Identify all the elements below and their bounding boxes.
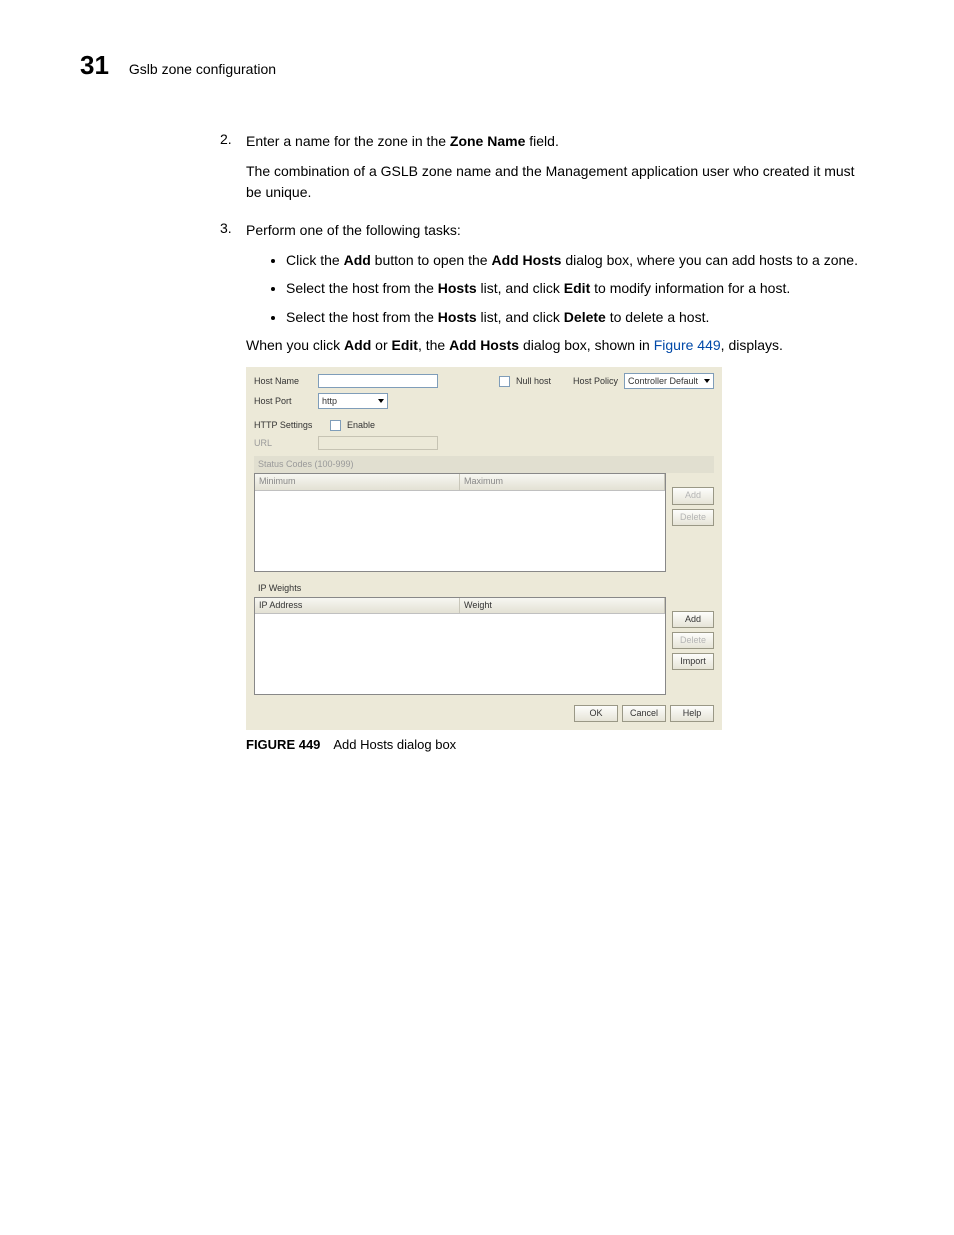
- chevron-down-icon: [378, 399, 384, 403]
- step-number: 2.: [220, 131, 246, 212]
- bullet-3: Select the host from the Hosts list, and…: [286, 307, 874, 327]
- step-2-line-2: The combination of a GSLB zone name and …: [246, 161, 874, 202]
- null-host-checkbox[interactable]: [499, 376, 510, 387]
- step-2: 2. Enter a name for the zone in the Zone…: [220, 131, 874, 212]
- host-name-input[interactable]: [318, 374, 438, 388]
- bullet-2: Select the host from the Hosts list, and…: [286, 278, 874, 298]
- status-codes-body[interactable]: [255, 491, 665, 571]
- figure-caption: FIGURE 449 Add Hosts dialog box: [246, 736, 874, 755]
- col-weight: Weight: [460, 598, 665, 613]
- col-minimum: Minimum: [255, 474, 460, 489]
- status-codes-table: Minimum Maximum: [254, 473, 666, 571]
- step-3: 3. Perform one of the following tasks: C…: [220, 220, 874, 755]
- ip-delete-button[interactable]: Delete: [672, 632, 714, 649]
- host-port-value: http: [322, 395, 337, 408]
- enable-label: Enable: [347, 419, 375, 432]
- http-settings-label: HTTP Settings: [254, 419, 324, 432]
- host-policy-value: Controller Default: [628, 375, 698, 388]
- chevron-down-icon: [704, 379, 710, 383]
- help-button[interactable]: Help: [670, 705, 714, 722]
- enable-checkbox[interactable]: [330, 420, 341, 431]
- url-input: [318, 436, 438, 450]
- content: 2. Enter a name for the zone in the Zone…: [220, 131, 874, 755]
- col-maximum: Maximum: [460, 474, 665, 489]
- cancel-button[interactable]: Cancel: [622, 705, 666, 722]
- figure-number: FIGURE 449: [246, 737, 320, 752]
- ip-weights-body[interactable]: [255, 614, 665, 694]
- host-policy-dropdown[interactable]: Controller Default: [624, 373, 714, 389]
- status-add-button[interactable]: Add: [672, 487, 714, 504]
- page-header: 31 Gslb zone configuration: [80, 50, 874, 81]
- step-3-after: When you click Add or Edit, the Add Host…: [246, 335, 874, 355]
- ip-import-button[interactable]: Import: [672, 653, 714, 670]
- add-hosts-dialog: Host Name Null host Host Policy Controll…: [246, 367, 722, 729]
- step-3-bullets: Click the Add button to open the Add Hos…: [246, 250, 874, 327]
- status-codes-label: Status Codes (100-999): [254, 456, 714, 473]
- figure-caption-text: Add Hosts dialog box: [333, 737, 456, 752]
- ok-button[interactable]: OK: [574, 705, 618, 722]
- host-port-label: Host Port: [254, 395, 312, 408]
- host-name-label: Host Name: [254, 375, 312, 388]
- status-delete-button[interactable]: Delete: [672, 509, 714, 526]
- url-label: URL: [254, 437, 312, 450]
- step-3-line-1: Perform one of the following tasks:: [246, 220, 874, 240]
- page-title: Gslb zone configuration: [129, 61, 276, 77]
- col-ip: IP Address: [255, 598, 460, 613]
- bullet-1: Click the Add button to open the Add Hos…: [286, 250, 874, 270]
- ip-add-button[interactable]: Add: [672, 611, 714, 628]
- page-number: 31: [80, 50, 109, 81]
- null-host-label: Null host: [516, 375, 551, 388]
- step-number: 3.: [220, 220, 246, 755]
- ip-weights-label: IP Weights: [254, 580, 714, 597]
- step-2-line-1: Enter a name for the zone in the Zone Na…: [246, 131, 874, 151]
- host-policy-label: Host Policy: [573, 375, 618, 388]
- host-port-dropdown[interactable]: http: [318, 393, 388, 409]
- ip-weights-table: IP Address Weight: [254, 597, 666, 695]
